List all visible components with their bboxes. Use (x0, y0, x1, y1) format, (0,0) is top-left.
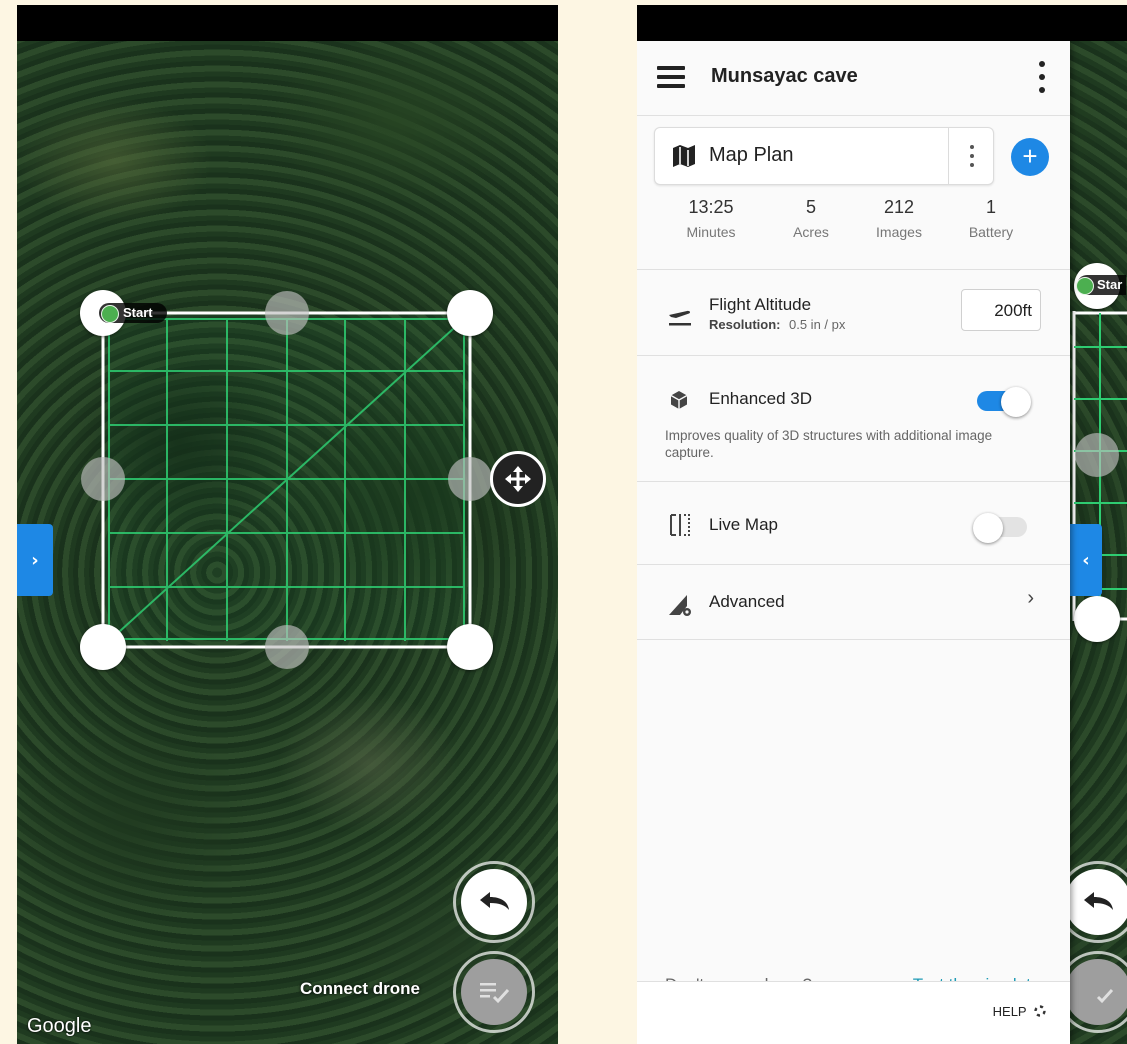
status-bar (17, 5, 558, 41)
collapse-panel-tab[interactable]: ‹ (1070, 524, 1102, 596)
stat-value: 212 (883, 197, 915, 217)
lifebuoy-icon (1034, 1005, 1046, 1017)
altitude-input[interactable]: 200ft (961, 289, 1041, 331)
enhanced-3d-toggle[interactable] (973, 387, 1031, 417)
enhanced-3d-description: Improves quality of 3D structures with a… (665, 428, 993, 460)
satellite-map[interactable]: Start › Connect drone Google (17, 41, 558, 1044)
divider (637, 639, 1070, 640)
connect-drone-label: Connect drone (300, 979, 420, 998)
stat-minutes: 13:25 Minutes (671, 197, 751, 240)
expand-panel-tab[interactable]: › (17, 524, 53, 596)
flight-altitude-title: Flight Altitude (709, 295, 812, 314)
add-plan-button[interactable]: + (1011, 138, 1049, 176)
plan-name: Map Plan (709, 144, 794, 166)
start-marker-dot (101, 305, 119, 323)
stat-acres: 5 Acres (771, 197, 851, 240)
map-icon (673, 145, 695, 167)
stat-value: 1 (985, 197, 996, 217)
phone-screen-panel: Star ‹ Munsayac cave Map Plan + 13:25 Mi… (637, 5, 1127, 1044)
live-map-title: Live Map (709, 515, 778, 534)
checklist-icon (1096, 988, 1114, 1004)
panel-header: Munsayac cave (637, 41, 1070, 116)
cube-icon (670, 391, 688, 409)
project-title: Munsayac cave (711, 65, 858, 87)
toggle-knob (973, 513, 1003, 543)
stat-value: 5 (805, 197, 816, 217)
enhanced-3d-title: Enhanced 3D (709, 389, 813, 408)
corner-handle-top-right[interactable] (447, 290, 493, 336)
help-bar: HELP (637, 981, 1070, 1044)
checklist-icon (480, 983, 510, 1004)
live-map-icon (670, 514, 690, 536)
move-arrows-icon (505, 466, 531, 492)
stat-label: Acres (793, 224, 829, 240)
stat-label: Battery (968, 224, 1014, 240)
start-marker-dot-peek (1076, 277, 1094, 295)
corner-handle-bottom-right[interactable] (447, 624, 493, 670)
midpoint-handle-right[interactable] (448, 457, 492, 501)
undo-icon (480, 892, 509, 910)
toggle-knob (1001, 387, 1031, 417)
mission-settings-panel: Munsayac cave Map Plan + 13:25 Minutes 5… (637, 41, 1070, 1044)
plan-options-icon[interactable] (969, 145, 975, 167)
corner-handle-bottom-left[interactable] (80, 624, 126, 670)
help-label: HELP (992, 1004, 1027, 1019)
advanced-title: Advanced (709, 592, 785, 611)
resolution-label: Resolution: (709, 317, 781, 332)
advanced-settings-icon (669, 595, 691, 616)
divider (637, 355, 1070, 356)
divider (637, 481, 1070, 482)
stat-battery: 1 Battery (951, 197, 1031, 240)
connect-drone-button[interactable] (453, 951, 535, 1033)
phone-screen-map: Start › Connect drone Google (17, 5, 558, 1044)
resolution-value: 0.5 in / px (789, 317, 846, 332)
stat-label: Minutes (686, 224, 736, 240)
more-options-icon[interactable] (1038, 61, 1046, 93)
midpoint-handle-bottom[interactable] (265, 625, 309, 669)
takeoff-icon (669, 310, 691, 326)
menu-icon[interactable] (657, 66, 685, 88)
stat-images: 212 Images (859, 197, 939, 240)
stat-value: 13:25 (688, 197, 734, 217)
google-attribution: Google (27, 1015, 92, 1037)
chevron-right-icon[interactable]: › (1027, 587, 1034, 610)
live-map-toggle[interactable] (973, 513, 1029, 543)
midpoint-handle-left[interactable] (81, 457, 125, 501)
midpoint-handle-top[interactable] (265, 291, 309, 335)
status-bar (637, 5, 1127, 41)
help-button[interactable]: HELP (993, 1004, 1046, 1019)
plan-selector[interactable]: Map Plan (654, 127, 994, 185)
undo-icon (1084, 892, 1113, 910)
divider (637, 269, 1070, 270)
plan-selector-divider (948, 128, 949, 184)
stat-label: Images (876, 224, 922, 240)
midpoint-handle-peek[interactable] (1075, 433, 1119, 477)
divider (637, 564, 1070, 565)
move-area-button[interactable] (490, 451, 546, 507)
corner-handle-peek-bottom[interactable] (1074, 596, 1120, 642)
undo-button[interactable] (453, 861, 535, 943)
